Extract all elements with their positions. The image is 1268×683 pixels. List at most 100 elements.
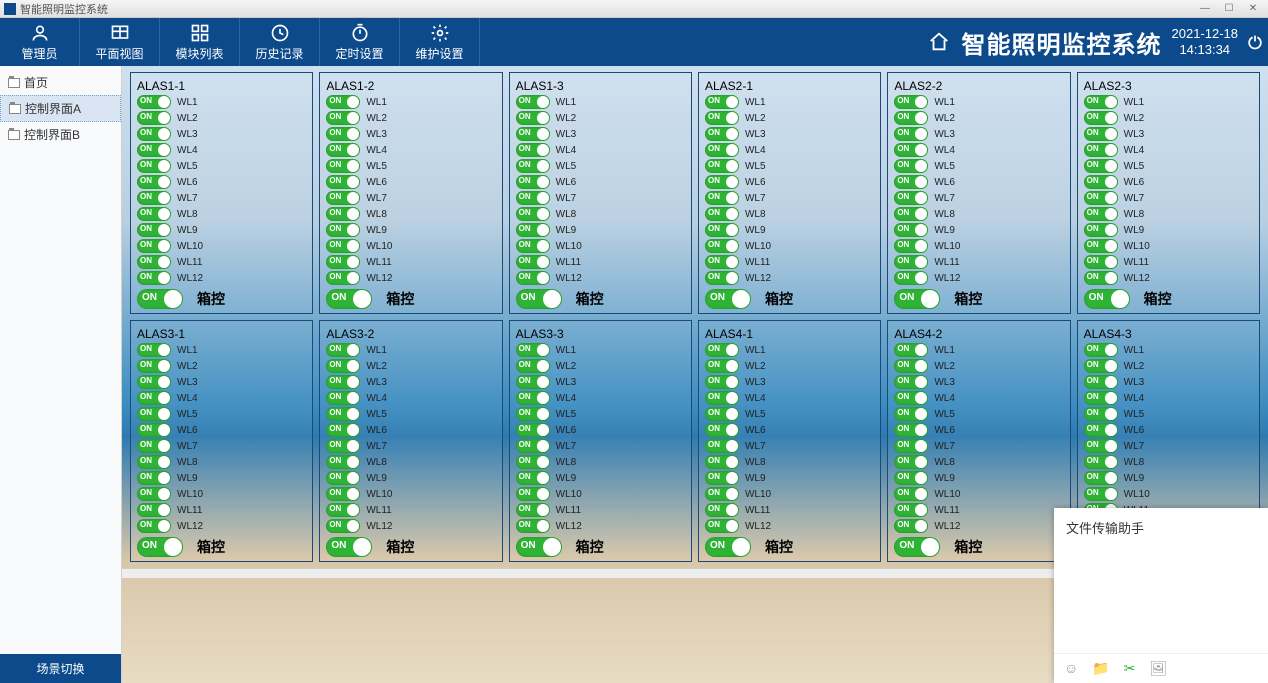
toggle-switch[interactable]: ON bbox=[137, 111, 171, 125]
toggle-switch[interactable]: ON bbox=[1084, 375, 1118, 389]
toggle-switch[interactable]: ON bbox=[137, 143, 171, 157]
toggle-switch[interactable]: ON bbox=[137, 423, 171, 437]
box-toggle-switch[interactable]: ON bbox=[137, 537, 183, 557]
scene-switch-button[interactable]: 场景切换 bbox=[0, 654, 121, 683]
toggle-switch[interactable]: ON bbox=[1084, 239, 1118, 253]
nav-timer[interactable]: 定时设置 bbox=[320, 18, 400, 66]
toggle-switch[interactable]: ON bbox=[705, 359, 739, 373]
toggle-switch[interactable]: ON bbox=[516, 455, 550, 469]
toggle-switch[interactable]: ON bbox=[1084, 407, 1118, 421]
image-icon[interactable]: 🖼 bbox=[1149, 660, 1167, 677]
toggle-switch[interactable]: ON bbox=[137, 519, 171, 533]
toggle-switch[interactable]: ON bbox=[894, 239, 928, 253]
toggle-switch[interactable]: ON bbox=[705, 127, 739, 141]
toggle-switch[interactable]: ON bbox=[705, 519, 739, 533]
box-toggle-switch[interactable]: ON bbox=[326, 537, 372, 557]
toggle-switch[interactable]: ON bbox=[894, 455, 928, 469]
toggle-switch[interactable]: ON bbox=[516, 239, 550, 253]
nav-modules[interactable]: 模块列表 bbox=[160, 18, 240, 66]
box-toggle-switch[interactable]: ON bbox=[894, 537, 940, 557]
toggle-switch[interactable]: ON bbox=[137, 487, 171, 501]
toggle-switch[interactable]: ON bbox=[326, 503, 360, 517]
toggle-switch[interactable]: ON bbox=[894, 95, 928, 109]
toggle-switch[interactable]: ON bbox=[1084, 159, 1118, 173]
toggle-switch[interactable]: ON bbox=[894, 255, 928, 269]
toggle-switch[interactable]: ON bbox=[1084, 439, 1118, 453]
toggle-switch[interactable]: ON bbox=[326, 471, 360, 485]
box-toggle-switch[interactable]: ON bbox=[1084, 289, 1130, 309]
toggle-switch[interactable]: ON bbox=[894, 271, 928, 285]
toggle-switch[interactable]: ON bbox=[705, 175, 739, 189]
nav-plan[interactable]: 平面视图 bbox=[80, 18, 160, 66]
toggle-switch[interactable]: ON bbox=[894, 223, 928, 237]
nav-history[interactable]: 历史记录 bbox=[240, 18, 320, 66]
toggle-switch[interactable]: ON bbox=[326, 127, 360, 141]
box-toggle-switch[interactable]: ON bbox=[894, 289, 940, 309]
toggle-switch[interactable]: ON bbox=[516, 487, 550, 501]
toggle-switch[interactable]: ON bbox=[137, 503, 171, 517]
toggle-switch[interactable]: ON bbox=[705, 471, 739, 485]
toggle-switch[interactable]: ON bbox=[326, 487, 360, 501]
emoji-icon[interactable]: ☺ bbox=[1064, 660, 1078, 677]
toggle-switch[interactable]: ON bbox=[705, 159, 739, 173]
toggle-switch[interactable]: ON bbox=[894, 423, 928, 437]
toggle-switch[interactable]: ON bbox=[516, 423, 550, 437]
toggle-switch[interactable]: ON bbox=[1084, 191, 1118, 205]
toggle-switch[interactable]: ON bbox=[516, 503, 550, 517]
toggle-switch[interactable]: ON bbox=[516, 271, 550, 285]
toggle-switch[interactable]: ON bbox=[894, 159, 928, 173]
toggle-switch[interactable]: ON bbox=[326, 239, 360, 253]
toggle-switch[interactable]: ON bbox=[894, 127, 928, 141]
toggle-switch[interactable]: ON bbox=[516, 407, 550, 421]
toggle-switch[interactable]: ON bbox=[1084, 223, 1118, 237]
sidebar-item[interactable]: 控制界面B bbox=[0, 122, 121, 147]
toggle-switch[interactable]: ON bbox=[705, 455, 739, 469]
toggle-switch[interactable]: ON bbox=[894, 375, 928, 389]
toggle-switch[interactable]: ON bbox=[894, 207, 928, 221]
toggle-switch[interactable]: ON bbox=[326, 175, 360, 189]
toggle-switch[interactable]: ON bbox=[137, 223, 171, 237]
folder-icon[interactable]: 📁 bbox=[1092, 660, 1109, 677]
toggle-switch[interactable]: ON bbox=[326, 519, 360, 533]
sidebar-item[interactable]: 首页 bbox=[0, 70, 121, 95]
toggle-switch[interactable]: ON bbox=[894, 487, 928, 501]
maximize-button[interactable]: ☐ bbox=[1218, 3, 1240, 14]
sidebar-item[interactable]: 控制界面A bbox=[0, 95, 121, 122]
toggle-switch[interactable]: ON bbox=[1084, 255, 1118, 269]
toggle-switch[interactable]: ON bbox=[516, 439, 550, 453]
toggle-switch[interactable]: ON bbox=[894, 343, 928, 357]
toggle-switch[interactable]: ON bbox=[705, 439, 739, 453]
toggle-switch[interactable]: ON bbox=[1084, 487, 1118, 501]
toggle-switch[interactable]: ON bbox=[516, 127, 550, 141]
toggle-switch[interactable]: ON bbox=[894, 391, 928, 405]
box-toggle-switch[interactable]: ON bbox=[516, 289, 562, 309]
box-toggle-switch[interactable]: ON bbox=[705, 289, 751, 309]
toggle-switch[interactable]: ON bbox=[137, 95, 171, 109]
toggle-switch[interactable]: ON bbox=[137, 359, 171, 373]
box-toggle-switch[interactable]: ON bbox=[516, 537, 562, 557]
toggle-switch[interactable]: ON bbox=[326, 223, 360, 237]
toggle-switch[interactable]: ON bbox=[516, 375, 550, 389]
toggle-switch[interactable]: ON bbox=[326, 423, 360, 437]
toggle-switch[interactable]: ON bbox=[326, 111, 360, 125]
toggle-switch[interactable]: ON bbox=[705, 143, 739, 157]
file-transfer-popup[interactable]: 文件传输助手 ☺ 📁 ✂ 🖼 bbox=[1054, 508, 1268, 683]
toggle-switch[interactable]: ON bbox=[894, 439, 928, 453]
toggle-switch[interactable]: ON bbox=[705, 271, 739, 285]
box-toggle-switch[interactable]: ON bbox=[137, 289, 183, 309]
toggle-switch[interactable]: ON bbox=[705, 343, 739, 357]
toggle-switch[interactable]: ON bbox=[137, 271, 171, 285]
toggle-switch[interactable]: ON bbox=[516, 207, 550, 221]
toggle-switch[interactable]: ON bbox=[516, 191, 550, 205]
minimize-button[interactable]: — bbox=[1194, 3, 1216, 14]
toggle-switch[interactable]: ON bbox=[137, 439, 171, 453]
scissors-icon[interactable]: ✂ bbox=[1124, 660, 1136, 677]
toggle-switch[interactable]: ON bbox=[137, 343, 171, 357]
toggle-switch[interactable]: ON bbox=[1084, 95, 1118, 109]
toggle-switch[interactable]: ON bbox=[894, 175, 928, 189]
toggle-switch[interactable]: ON bbox=[516, 175, 550, 189]
toggle-switch[interactable]: ON bbox=[705, 111, 739, 125]
nav-maint[interactable]: 维护设置 bbox=[400, 18, 480, 66]
toggle-switch[interactable]: ON bbox=[894, 143, 928, 157]
toggle-switch[interactable]: ON bbox=[1084, 207, 1118, 221]
